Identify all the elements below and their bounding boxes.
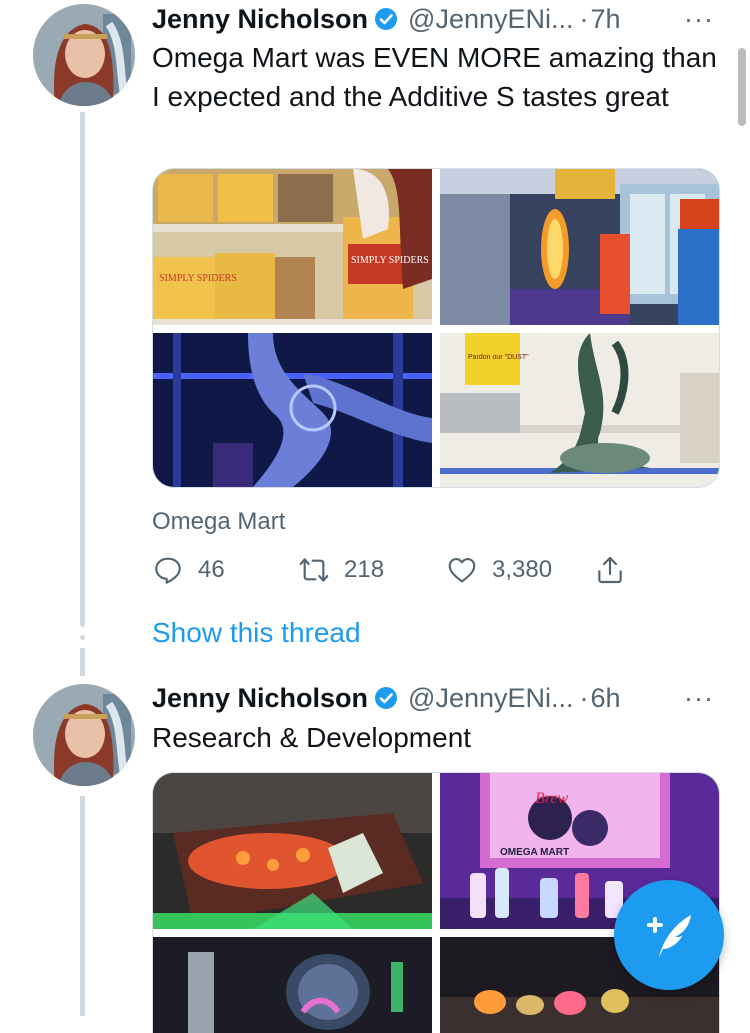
author-avatar[interactable] <box>33 684 135 786</box>
tweet[interactable]: Jenny Nicholson @JennyENi... · 7h ··· Om… <box>0 0 750 676</box>
tweet-text: Research & Development <box>152 722 472 753</box>
author-avatar[interactable] <box>33 4 135 106</box>
tweet-actions: 46 218 3,380 <box>152 554 632 588</box>
tweet-header: Jenny Nicholson @JennyENi... · 7h <box>152 2 621 36</box>
tweet-time[interactable]: 7h <box>591 4 621 35</box>
thread-line-dots <box>80 622 85 640</box>
thread-line <box>80 796 85 1016</box>
sign-brand-text: OMEGA MART <box>500 847 569 858</box>
tweet-header: Jenny Nicholson @JennyENi... · 6h <box>152 681 621 715</box>
more-options-icon[interactable]: ··· <box>684 4 714 35</box>
tweet-text: Omega Mart was EVEN MORE amazing than I … <box>152 42 717 112</box>
author-handle[interactable]: @JennyENi... <box>408 683 573 714</box>
scrollbar[interactable] <box>738 48 746 126</box>
cereal-brand-text: SIMPLY SPIDERS <box>159 273 237 284</box>
location-tag[interactable]: Omega Mart <box>152 508 285 536</box>
verified-badge-icon <box>374 686 398 710</box>
thread-line <box>80 648 85 676</box>
retweet-button[interactable]: 218 <box>298 554 384 586</box>
compose-feather-icon <box>647 915 691 957</box>
dot-separator: · <box>579 682 589 713</box>
author-name[interactable]: Jenny Nicholson <box>152 683 368 714</box>
share-button[interactable] <box>594 554 626 586</box>
like-count: 3,380 <box>492 556 553 583</box>
author-handle[interactable]: @JennyENi... <box>408 4 573 35</box>
thread-line <box>80 112 85 624</box>
more-options-icon[interactable]: ··· <box>684 683 714 714</box>
media-grid: SIMPLY SPIDERS SIMPLY SPIDERS Pardon our… <box>152 168 720 488</box>
compose-tweet-button[interactable] <box>614 880 724 990</box>
share-icon <box>598 556 622 584</box>
verified-badge-icon <box>374 7 398 31</box>
lab-equipment-photo[interactable] <box>153 937 432 1033</box>
cereal-brand-text: SIMPLY SPIDERS <box>351 255 429 266</box>
retweet-icon <box>299 558 329 582</box>
blue-tube-slide-photo[interactable] <box>153 333 432 487</box>
cereal-boxes-photo[interactable]: SIMPLY SPIDERS SIMPLY SPIDERS <box>153 169 432 325</box>
reply-count: 46 <box>198 556 225 583</box>
reply-icon <box>155 557 181 584</box>
author-name[interactable]: Jenny Nicholson <box>152 4 368 35</box>
retweet-count: 218 <box>344 556 385 583</box>
like-button[interactable]: 3,380 <box>446 554 552 586</box>
sign-text: Pardon our "DUST" <box>468 354 529 361</box>
glowing-corn-photo[interactable] <box>440 169 719 325</box>
reply-button[interactable]: 46 <box>152 554 225 586</box>
dot-separator: · <box>579 3 589 34</box>
shelf-sculpture-photo[interactable]: Pardon our "DUST" <box>440 333 719 487</box>
sign-script-text: Brew <box>535 790 569 807</box>
show-thread-link[interactable]: Show this thread <box>152 617 361 649</box>
tweet-time[interactable]: 6h <box>591 683 621 714</box>
glowing-table-photo[interactable] <box>153 773 432 929</box>
heart-icon <box>448 558 476 583</box>
